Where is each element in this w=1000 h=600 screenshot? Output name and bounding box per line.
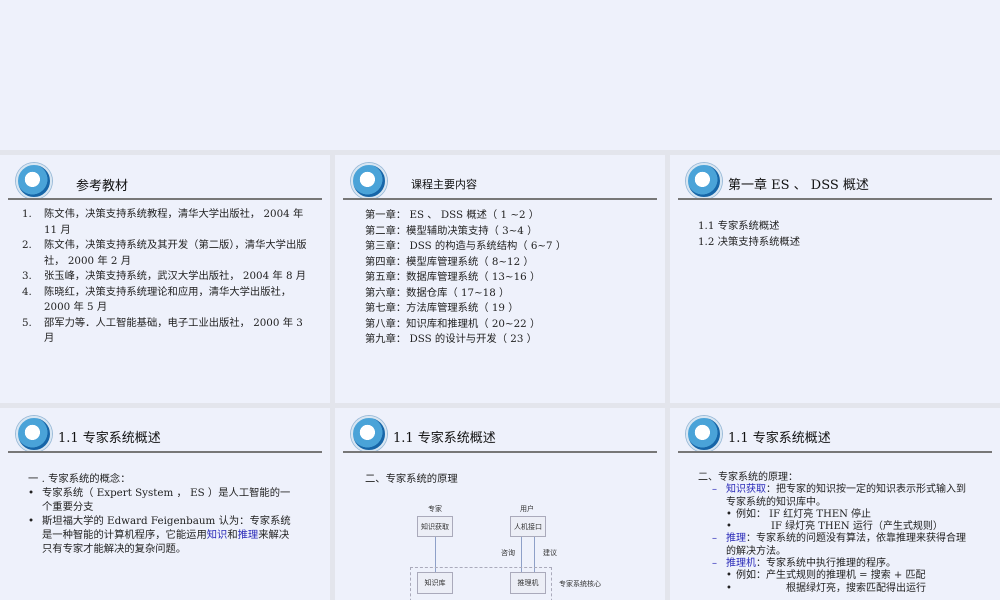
label-es-core: 专家系统核心 bbox=[559, 580, 601, 588]
dash-icon: – bbox=[712, 533, 717, 545]
point-item: – 知识获取：把专家的知识按一定的知识表示形式输入到专家系统的知识库中。 bbox=[698, 484, 973, 509]
label-user: 用户 bbox=[520, 505, 534, 513]
section-heading: 一 . 专家系统的概念： bbox=[28, 473, 131, 485]
item-number: 5. bbox=[22, 316, 32, 329]
box-knowledge-acquisition: 知识获取 bbox=[417, 516, 453, 537]
label-consult: 咨询 bbox=[501, 549, 515, 557]
example-text: 根据绿灯亮，搜索匹配得出运行 bbox=[786, 582, 926, 594]
point-text: ：专家系统的问题没有算法，依靠推理来获得合理的解决方法。 bbox=[726, 533, 966, 557]
list-item: 5. 邵军力等．人工智能基础，电子工业出版社， 2000 年 3 月 bbox=[22, 316, 312, 347]
chapter-item: 第三章： DSS 的构造与系统结构（ 6~7 ） bbox=[365, 240, 567, 252]
keyword: 推理机 bbox=[726, 558, 756, 570]
slide-es-concept[interactable]: 1.1 专家系统概述 一 . 专家系统的概念： • 专家系统（ Expert Sy… bbox=[0, 408, 330, 600]
slide-course-outline[interactable]: 课程主要内容 第一章： ES 、 DSS 概述（ 1 ~2 ） 第二章：模型辅助… bbox=[335, 155, 665, 403]
chapter-item: 第九章： DSS 的设计与开发（ 23 ） bbox=[365, 333, 537, 345]
university-logo-icon bbox=[686, 416, 722, 452]
bullet-icon: • bbox=[726, 508, 732, 520]
divider bbox=[343, 198, 657, 200]
label-advice: 建议 bbox=[543, 549, 557, 557]
slide-title: 课程主要内容 bbox=[411, 178, 477, 191]
section-list: 1.1 专家系统概述 1.2 决策支持系统概述 bbox=[698, 219, 800, 250]
chapter-item: 第一章： ES 、 DSS 概述（ 1 ~2 ） bbox=[365, 209, 540, 221]
box-inference-engine: 推理机 bbox=[510, 572, 546, 594]
chapter-item: 第六章：数据仓库（ 17~18 ） bbox=[365, 286, 510, 299]
example-text: 例如： IF 红灯亮 THEN 停止 bbox=[736, 508, 872, 520]
bullet-icon: • bbox=[726, 521, 732, 533]
university-logo-icon bbox=[351, 416, 387, 452]
item-text: 邵军力等．人工智能基础，电子工业出版社， 2000 年 3 月 bbox=[44, 316, 303, 345]
university-logo-icon bbox=[16, 163, 52, 199]
bullet-item: • 专家系统（ Expert System ， ES ）是人工智能的一个重要分支 bbox=[28, 486, 298, 514]
slide-references[interactable]: 参考教材 1. 陈文伟，决策支持系统教程，清华大学出版社， 2004 年 11 月… bbox=[0, 155, 330, 403]
example-item: • IF 绿灯亮 THEN 运行（产生式规则） bbox=[698, 521, 973, 533]
bullet-icon: • bbox=[726, 570, 732, 582]
box-knowledge-base: 知识库 bbox=[417, 572, 453, 594]
chapter-list: 第一章： ES 、 DSS 概述（ 1 ~2 ） 第二章：模型辅助决策支持（ 3… bbox=[365, 208, 566, 348]
example-item: • 例如：产生式规则的推理机 = 搜索 + 匹配 bbox=[698, 570, 973, 582]
blank-slide-area bbox=[0, 0, 1000, 150]
item-number: 2. bbox=[22, 239, 32, 251]
slide-title: 第一章 ES 、 DSS 概述 bbox=[728, 178, 869, 193]
keyword-knowledge: 知识 bbox=[206, 529, 228, 541]
slide-es-principle-diagram[interactable]: 1.1 专家系统概述 二、专家系统的原理 专家 用户 知识获取 人机接口 咨询 … bbox=[335, 408, 665, 600]
dash-icon: – bbox=[712, 558, 717, 570]
example-item: • 根据绿灯亮，搜索匹配得出运行 bbox=[698, 583, 973, 595]
item-text: 陈晓红，决策支持系统理论和应用，清华大学出版社， 2000 年 5 月 bbox=[44, 285, 292, 314]
university-logo-icon bbox=[686, 163, 722, 199]
slide-es-principle-text[interactable]: 1.1 专家系统概述 二、专家系统的原理： – 知识获取：把专家的知识按一定的知识… bbox=[670, 408, 1000, 600]
keyword: 知识获取 bbox=[726, 484, 766, 496]
slide-body: 二、专家系统的原理： – 知识获取：把专家的知识按一定的知识表示形式输入到专家系统… bbox=[698, 472, 973, 595]
university-logo-icon bbox=[16, 416, 52, 452]
section-item: 1.1 专家系统概述 bbox=[698, 220, 780, 232]
item-number: 1. bbox=[22, 208, 32, 220]
label-expert: 专家 bbox=[428, 505, 442, 513]
point-text: ：专家系统中执行推理的程序。 bbox=[756, 558, 896, 570]
divider bbox=[678, 198, 992, 200]
list-item: 2. 陈文伟，决策支持系统及其开发（第二版），清华大学出版社， 2000 年 2 … bbox=[22, 238, 312, 269]
box-hci: 人机接口 bbox=[510, 516, 546, 537]
chapter-item: 第七章：方法库管理系统（ 19 ） bbox=[365, 302, 519, 314]
chapter-item: 第二章：模型辅助决策支持（ 3~4 ） bbox=[365, 224, 538, 237]
slide-title: 参考教材 bbox=[76, 179, 129, 194]
section-heading: 二、专家系统的原理 bbox=[365, 473, 458, 485]
reference-list: 1. 陈文伟，决策支持系统教程，清华大学出版社， 2004 年 11 月 2. 陈文… bbox=[22, 207, 312, 347]
item-text: 陈文伟，决策支持系统及其开发（第二版），清华大学出版社， 2000 年 2 月 bbox=[44, 239, 307, 267]
keyword: 推理 bbox=[726, 533, 746, 545]
divider bbox=[678, 451, 992, 453]
slide-body: 一 . 专家系统的概念： • 专家系统（ Expert System ， ES ）… bbox=[28, 472, 298, 556]
list-item: 4. 陈晓红，决策支持系统理论和应用，清华大学出版社， 2000 年 5 月 bbox=[22, 285, 312, 316]
chapter-item: 第四章：模型库管理系统（ 8~12 ） bbox=[365, 255, 534, 268]
chapter-item: 第八章：知识库和推理机（ 20~22 ） bbox=[365, 317, 541, 330]
item-text: 张玉峰，决策支持系统，武汉大学出版社， 2004 年 8 月 bbox=[44, 270, 307, 282]
chapter-item: 第五章：数据库管理系统（ 13~16 ） bbox=[365, 271, 541, 283]
slide-chapter-one[interactable]: 第一章 ES 、 DSS 概述 1.1 专家系统概述 1.2 决策支持系统概述 bbox=[670, 155, 1000, 403]
bullet-icon: • bbox=[726, 582, 732, 594]
divider bbox=[8, 451, 322, 453]
example-text: IF 绿灯亮 THEN 运行（产生式规则） bbox=[771, 521, 943, 533]
item-text: 陈文伟，决策支持系统教程，清华大学出版社， 2004 年 11 月 bbox=[44, 208, 304, 236]
section-item: 1.2 决策支持系统概述 bbox=[698, 235, 801, 248]
divider bbox=[8, 198, 322, 200]
point-item: – 推理机：专家系统中执行推理的程序。 bbox=[698, 558, 973, 570]
bullet-icon: • bbox=[28, 487, 35, 499]
university-logo-icon bbox=[351, 163, 387, 199]
bullet-icon: • bbox=[28, 515, 35, 527]
bullet-text: 和 bbox=[227, 529, 238, 541]
bullet-item: • 斯坦福大学的 Edward Feigenbaum 认为：专家系统是一种智能的计… bbox=[28, 514, 298, 556]
list-item: 1. 陈文伟，决策支持系统教程，清华大学出版社， 2004 年 11 月 bbox=[22, 207, 312, 238]
point-item: – 推理：专家系统的问题没有算法，依靠推理来获得合理的解决方法。 bbox=[698, 533, 973, 558]
bullet-text: 专家系统（ Expert System ， ES ）是人工智能的一个重要分支 bbox=[42, 487, 291, 513]
divider bbox=[343, 451, 657, 453]
example-item: • 例如： IF 红灯亮 THEN 停止 bbox=[698, 509, 973, 521]
list-item: 3. 张玉峰，决策支持系统，武汉大学出版社， 2004 年 8 月 bbox=[22, 269, 312, 285]
slide-title: 1.1 专家系统概述 bbox=[393, 431, 496, 446]
dash-icon: – bbox=[712, 484, 717, 496]
section-heading: 二、专家系统的原理： bbox=[698, 472, 798, 483]
example-text: 例如：产生式规则的推理机 = 搜索 + 匹配 bbox=[736, 570, 926, 582]
item-number: 4. bbox=[22, 285, 32, 298]
slide-title: 1.1 专家系统概述 bbox=[728, 431, 831, 446]
slide-title: 1.1 专家系统概述 bbox=[58, 431, 161, 446]
keyword-reasoning: 推理 bbox=[237, 529, 259, 541]
item-number: 3. bbox=[22, 270, 32, 282]
